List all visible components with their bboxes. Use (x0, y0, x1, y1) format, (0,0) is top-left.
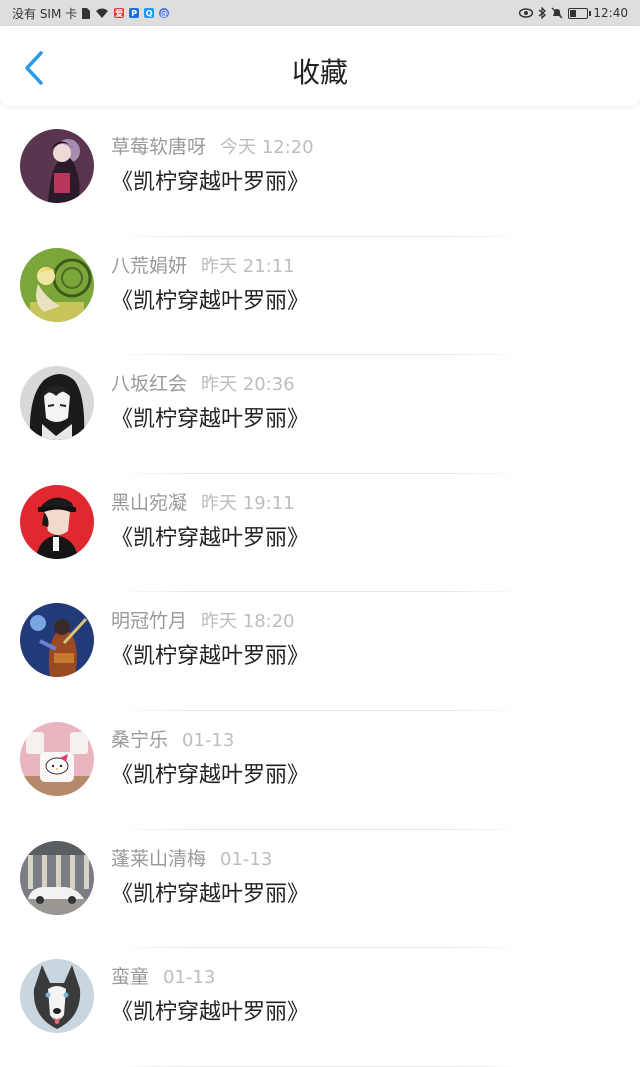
author-name[interactable]: 蓬莱山清梅 (111, 848, 206, 870)
list-item[interactable]: 明冠竹月 昨天 18:20 《凯柠穿越叶罗丽》 (0, 592, 640, 711)
wifi-icon (95, 8, 109, 19)
list-item[interactable]: 蓬莱山清梅 01-13 《凯柠穿越叶罗丽》 (0, 830, 640, 949)
status-left: 没有 SIM 卡 爱 P Q @ (12, 5, 170, 22)
author-name[interactable]: 八荒娟妍 (111, 255, 187, 277)
story-title[interactable]: 《凯柠穿越叶罗丽》 (111, 876, 309, 908)
list-item[interactable]: 八荒娟妍 昨天 21:11 《凯柠穿越叶罗丽》 (0, 237, 640, 356)
avatar[interactable] (20, 840, 94, 915)
story-title[interactable]: 《凯柠穿越叶罗丽》 (111, 164, 309, 196)
page-title: 收藏 (291, 56, 348, 89)
sim-icon (82, 7, 91, 19)
author-name[interactable]: 黑山宛凝 (111, 492, 187, 514)
eye-icon (519, 8, 534, 18)
clock: 12:40 (593, 6, 628, 20)
author-name[interactable]: 桑宁乐 (111, 729, 168, 751)
timestamp: 01-13 (220, 848, 273, 870)
author-name[interactable]: 蛮童 (111, 966, 149, 988)
avatar[interactable] (20, 484, 94, 559)
avatar[interactable] (20, 129, 94, 203)
chevron-left-icon (25, 51, 43, 85)
item-meta: 草莓软唐呀 今天 12:20 (111, 132, 314, 159)
timestamp: 昨天 18:20 (201, 611, 295, 633)
status-right: 12:40 (519, 6, 628, 20)
app-notification-icon: 爱 (114, 8, 125, 18)
mute-icon (551, 7, 563, 19)
avatar[interactable] (20, 959, 94, 1034)
timestamp: 01-13 (182, 729, 235, 751)
item-meta: 桑宁乐 01-13 (111, 725, 234, 752)
battery-level (570, 9, 576, 17)
item-meta: 八荒娟妍 昨天 21:11 (111, 251, 295, 278)
timestamp: 昨天 21:11 (201, 255, 295, 277)
header: 收藏 (0, 26, 640, 106)
avatar[interactable] (20, 247, 94, 322)
list-item[interactable]: 桑宁乐 01-13 《凯柠穿越叶罗丽》 (0, 711, 640, 830)
story-title[interactable]: 《凯柠穿越叶罗丽》 (111, 401, 309, 433)
story-title[interactable]: 《凯柠穿越叶罗丽》 (111, 283, 309, 315)
item-meta: 黑山宛凝 昨天 19:11 (111, 488, 295, 515)
author-name[interactable]: 草莓软唐呀 (111, 136, 206, 158)
favorites-list: 草莓软唐呀 今天 12:20 《凯柠穿越叶罗丽》 八荒娟妍 昨天 21:11 《凯柠… (0, 118, 640, 1067)
carrier-label: 没有 SIM 卡 (12, 6, 78, 21)
item-meta: 蓬莱山清梅 01-13 (111, 844, 272, 871)
avatar[interactable] (20, 721, 94, 796)
avatar[interactable] (20, 366, 94, 441)
list-item[interactable]: 黑山宛凝 昨天 19:11 《凯柠穿越叶罗丽》 (0, 474, 640, 593)
list-item[interactable]: 八坂红会 昨天 20:36 《凯柠穿越叶罗丽》 (0, 355, 640, 474)
story-title[interactable]: 《凯柠穿越叶罗丽》 (111, 638, 309, 670)
app-notification-icon: Q (144, 8, 155, 18)
app-notification-icon: P (129, 8, 140, 18)
back-button[interactable] (14, 48, 54, 88)
bluetooth-icon (538, 7, 547, 19)
timestamp: 今天 12:20 (220, 137, 314, 158)
list-item[interactable]: 草莓软唐呀 今天 12:20 《凯柠穿越叶罗丽》 (0, 118, 640, 237)
avatar[interactable] (20, 603, 94, 678)
item-meta: 明冠竹月 昨天 18:20 (111, 606, 295, 633)
app-notification-icon: @ (159, 8, 170, 18)
battery-icon (568, 7, 592, 19)
list-item[interactable]: 蛮童 01-13 《凯柠穿越叶罗丽》 (0, 948, 640, 1067)
status-bar: 没有 SIM 卡 爱 P Q @ 12:40 (0, 0, 640, 26)
item-meta: 八坂红会 昨天 20:36 (111, 369, 295, 396)
story-title[interactable]: 《凯柠穿越叶罗丽》 (111, 994, 309, 1026)
timestamp: 01-13 (163, 967, 216, 989)
story-title[interactable]: 《凯柠穿越叶罗丽》 (111, 757, 309, 789)
item-meta: 蛮童 01-13 (111, 962, 215, 989)
author-name[interactable]: 明冠竹月 (111, 610, 187, 632)
timestamp: 昨天 19:11 (201, 492, 295, 514)
author-name[interactable]: 八坂红会 (111, 373, 187, 395)
timestamp: 昨天 20:36 (201, 374, 295, 396)
story-title[interactable]: 《凯柠穿越叶罗丽》 (111, 520, 309, 552)
